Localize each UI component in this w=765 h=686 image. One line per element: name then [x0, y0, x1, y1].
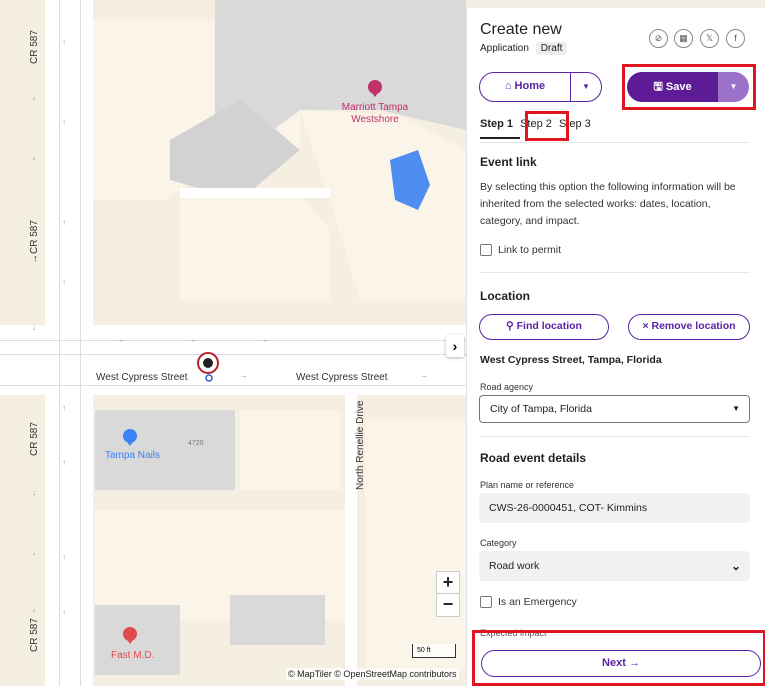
create-panel: Create new Application Draft ⊘ ▦ 𝕏 f ⌂ H…	[466, 8, 765, 686]
plan-name-input[interactable]: CWS-26-0000451, COT- Kimmins	[479, 493, 750, 523]
divider	[480, 272, 750, 273]
find-location-button[interactable]: ⚲ Find location	[479, 314, 609, 340]
map-attribution: © MapTiler © OpenStreetMap contributors	[286, 668, 459, 680]
tab-step-1[interactable]: Step 1	[480, 118, 513, 130]
checkbox-box[interactable]	[480, 244, 492, 256]
svg-text:↓: ↓	[32, 488, 36, 497]
svg-text:↑: ↑	[62, 403, 66, 412]
street-label: →CR 587	[29, 220, 40, 264]
plan-name-label: Plan name or reference	[480, 480, 575, 490]
section-heading-location: Location	[480, 289, 530, 303]
chevron-down-icon: ▼	[732, 404, 740, 413]
svg-text:↑: ↑	[62, 458, 66, 467]
home-split-button: ⌂ Home ▼	[479, 72, 602, 102]
section-heading-road-event: Road event details	[480, 451, 587, 465]
street-label: CR 587	[29, 30, 40, 64]
svg-text:↓: ↓	[32, 93, 36, 102]
highlight-box	[622, 64, 756, 110]
street-label: CR 587	[29, 422, 40, 456]
street-label: North Renellie Drive	[355, 400, 366, 490]
chevron-down-icon[interactable]: ▼	[571, 73, 601, 101]
svg-text:↑: ↑	[62, 218, 66, 227]
select-value: City of Tampa, Florida	[490, 403, 592, 415]
poi-label: Tampa Nails	[105, 450, 161, 461]
zoom-in-button[interactable]: +	[436, 571, 460, 595]
map-scale: 50 ft	[412, 644, 456, 658]
svg-text:→: →	[240, 371, 248, 380]
link-to-permit-checkbox[interactable]: Link to permit	[480, 244, 561, 256]
status-badge: Draft	[535, 42, 568, 55]
svg-text:↑: ↑	[62, 608, 66, 617]
svg-text:→: →	[420, 371, 428, 380]
divider	[480, 436, 750, 437]
selected-address: West Cypress Street, Tampa, Florida	[480, 354, 662, 366]
svg-text:←: ←	[190, 335, 198, 344]
category-label: Category	[480, 538, 517, 548]
svg-text:←: ←	[262, 335, 270, 344]
select-value: Road work	[489, 560, 540, 572]
svg-text:←: ←	[118, 335, 126, 344]
section-heading-event-link: Event link	[480, 155, 537, 169]
svg-text:↑: ↑	[62, 118, 66, 127]
svg-text:↓: ↓	[32, 323, 36, 332]
svg-text:↓: ↓	[32, 605, 36, 614]
highlight-box	[472, 630, 765, 686]
svg-text:↑: ↑	[62, 553, 66, 562]
emergency-checkbox[interactable]: Is an Emergency	[480, 596, 577, 608]
svg-text:↓: ↓	[32, 548, 36, 557]
poi-label: Marriott Tampa Westshore	[341, 102, 409, 125]
svg-text:↑: ↑	[62, 38, 66, 47]
road-agency-select[interactable]: City of Tampa, Florida ▼	[479, 395, 750, 423]
page-subtitle: Application Draft	[480, 42, 568, 55]
collapse-panel-button[interactable]: ›	[446, 335, 464, 357]
svg-text:↓: ↓	[32, 153, 36, 162]
home-button[interactable]: ⌂ Home	[480, 73, 571, 101]
svg-text:↑: ↑	[62, 278, 66, 287]
building-number: 4720	[188, 440, 204, 447]
poi-label: Fast M.D.	[111, 650, 155, 661]
road-agency-label: Road agency	[480, 382, 534, 392]
page-title: Create new	[480, 21, 562, 38]
highlight-box	[525, 111, 569, 141]
divider	[480, 142, 750, 143]
link-icon[interactable]: ⊘	[649, 29, 668, 48]
checkbox-box[interactable]	[480, 596, 492, 608]
street-label: West Cypress Street	[96, 372, 188, 383]
subtitle-text: Application	[480, 43, 529, 54]
category-select[interactable]: Road work ⌄	[479, 551, 750, 581]
remove-location-button[interactable]: × Remove location	[628, 314, 750, 340]
chevron-down-icon: ⌄	[730, 559, 741, 573]
x-icon[interactable]: 𝕏	[700, 29, 719, 48]
active-tab-indicator	[480, 137, 520, 139]
street-label: CR 587	[29, 618, 40, 652]
event-link-description: By selecting this option the following i…	[480, 181, 736, 227]
checkbox-label: Link to permit	[498, 244, 562, 256]
zoom-out-button[interactable]: −	[436, 593, 460, 617]
facebook-icon[interactable]: f	[726, 29, 745, 48]
qr-icon[interactable]: ▦	[674, 29, 693, 48]
checkbox-label: Is an Emergency	[498, 596, 577, 608]
street-label: West Cypress Street	[296, 372, 388, 383]
